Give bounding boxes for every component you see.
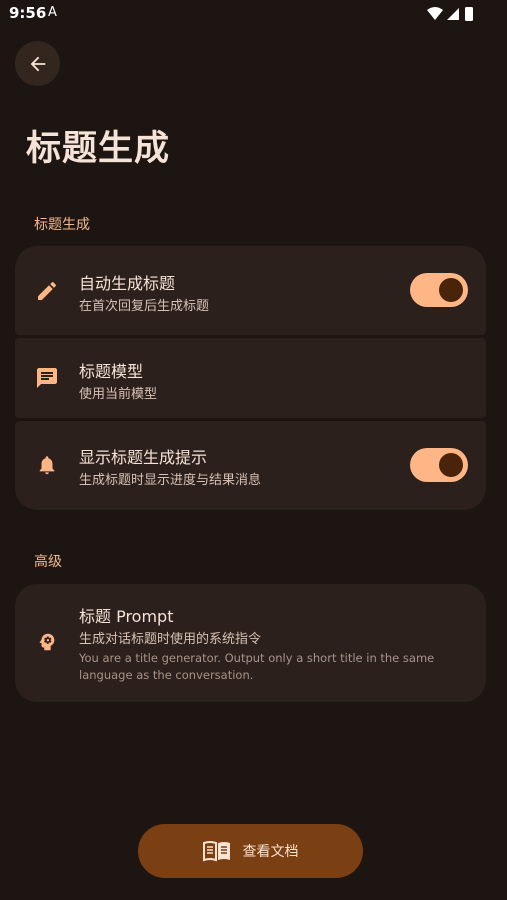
auto-generate-title-toggle[interactable] [410,273,468,307]
section-label-advanced: 高级 [34,554,62,570]
view-docs-label: 查看文档 [242,844,299,860]
toggle-knob [439,278,463,302]
row-title: 自动生成标题 [79,274,176,293]
toggle-knob [439,453,463,477]
row-subtitle: 生成对话标题时使用的系统指令 [79,632,262,647]
row-description: You are a title generator. Output only a… [79,651,435,682]
show-title-tips-row[interactable]: 显示标题生成提示 生成标题时显示进度与结果消息 [15,421,486,510]
row-subtitle: 使用当前模型 [79,387,158,402]
status-time: 9:56 [9,4,47,22]
title-model-row[interactable]: 标题模型 使用当前模型 [15,338,486,418]
row-title: 显示标题生成提示 [79,448,208,467]
book-icon [202,841,230,862]
status-icons [427,7,473,21]
row-title: 标题 Prompt [79,607,174,626]
row-subtitle: 生成标题时显示进度与结果消息 [79,473,262,488]
row-subtitle: 在首次回复后生成标题 [79,299,210,314]
signal-icon [447,8,459,20]
view-docs-button[interactable]: 查看文档 [138,824,363,878]
show-title-tips-toggle[interactable] [410,448,468,482]
status-bar: 9:56 A [0,0,507,28]
row-title: 标题模型 [79,362,144,381]
status-indicator: A [48,5,57,20]
section-label-title-generation: 标题生成 [34,217,90,233]
page-title: 标题生成 [26,129,171,169]
arrow-left-icon [30,56,45,71]
title-generation-settings-page: 9:56 A 标题生成 标题生成 自动生成标题 在首次回复后生成标题 标题模型 … [0,0,507,900]
back-button[interactable] [15,41,60,86]
wifi-icon [427,7,443,20]
brain-gear-icon [35,630,59,654]
chat-icon [35,366,59,390]
title-generation-card: 自动生成标题 在首次回复后生成标题 标题模型 使用当前模型 显示标题生成提示 生… [15,246,486,510]
title-prompt-row[interactable]: 标题 Prompt 生成对话标题时使用的系统指令 You are a title… [15,584,486,702]
bell-icon [35,453,59,477]
battery-icon [465,7,473,21]
pencil-icon [35,279,59,303]
auto-generate-title-row[interactable]: 自动生成标题 在首次回复后生成标题 [15,246,486,335]
